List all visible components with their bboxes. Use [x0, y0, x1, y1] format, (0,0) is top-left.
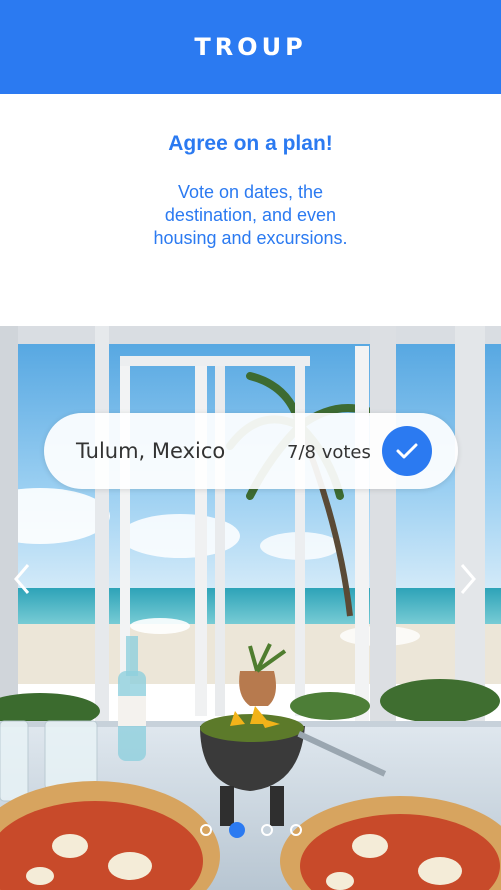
- destination-name: Tulum, Mexico: [76, 439, 226, 463]
- carousel-dot[interactable]: [289, 824, 302, 836]
- carousel-photo: [0, 326, 501, 890]
- carousel-prev-button[interactable]: [7, 559, 37, 599]
- carousel-pagination: [200, 821, 302, 839]
- carousel-dot[interactable]: [261, 824, 274, 836]
- brand-logo: TROUP: [194, 33, 307, 61]
- app-header: TROUP: [0, 0, 501, 94]
- chevron-left-icon: [14, 564, 30, 594]
- chevron-right-icon: [460, 564, 476, 594]
- destination-vote-card[interactable]: Tulum, Mexico 7/8 votes: [44, 413, 458, 489]
- carousel-next-button[interactable]: [453, 559, 483, 599]
- carousel-dot[interactable]: [200, 824, 212, 836]
- onboarding-intro: Agree on a plan! Vote on dates, the dest…: [0, 94, 501, 326]
- intro-description: Vote on dates, the destination, and even…: [153, 182, 348, 248]
- vote-count: 7/8 votes: [287, 442, 371, 463]
- image-carousel[interactable]: Tulum, Mexico 7/8 votes: [0, 326, 501, 890]
- checkmark-icon: [396, 443, 418, 459]
- intro-title: Agree on a plan!: [168, 132, 333, 155]
- carousel-dot[interactable]: [228, 822, 245, 838]
- vote-button[interactable]: [382, 426, 432, 476]
